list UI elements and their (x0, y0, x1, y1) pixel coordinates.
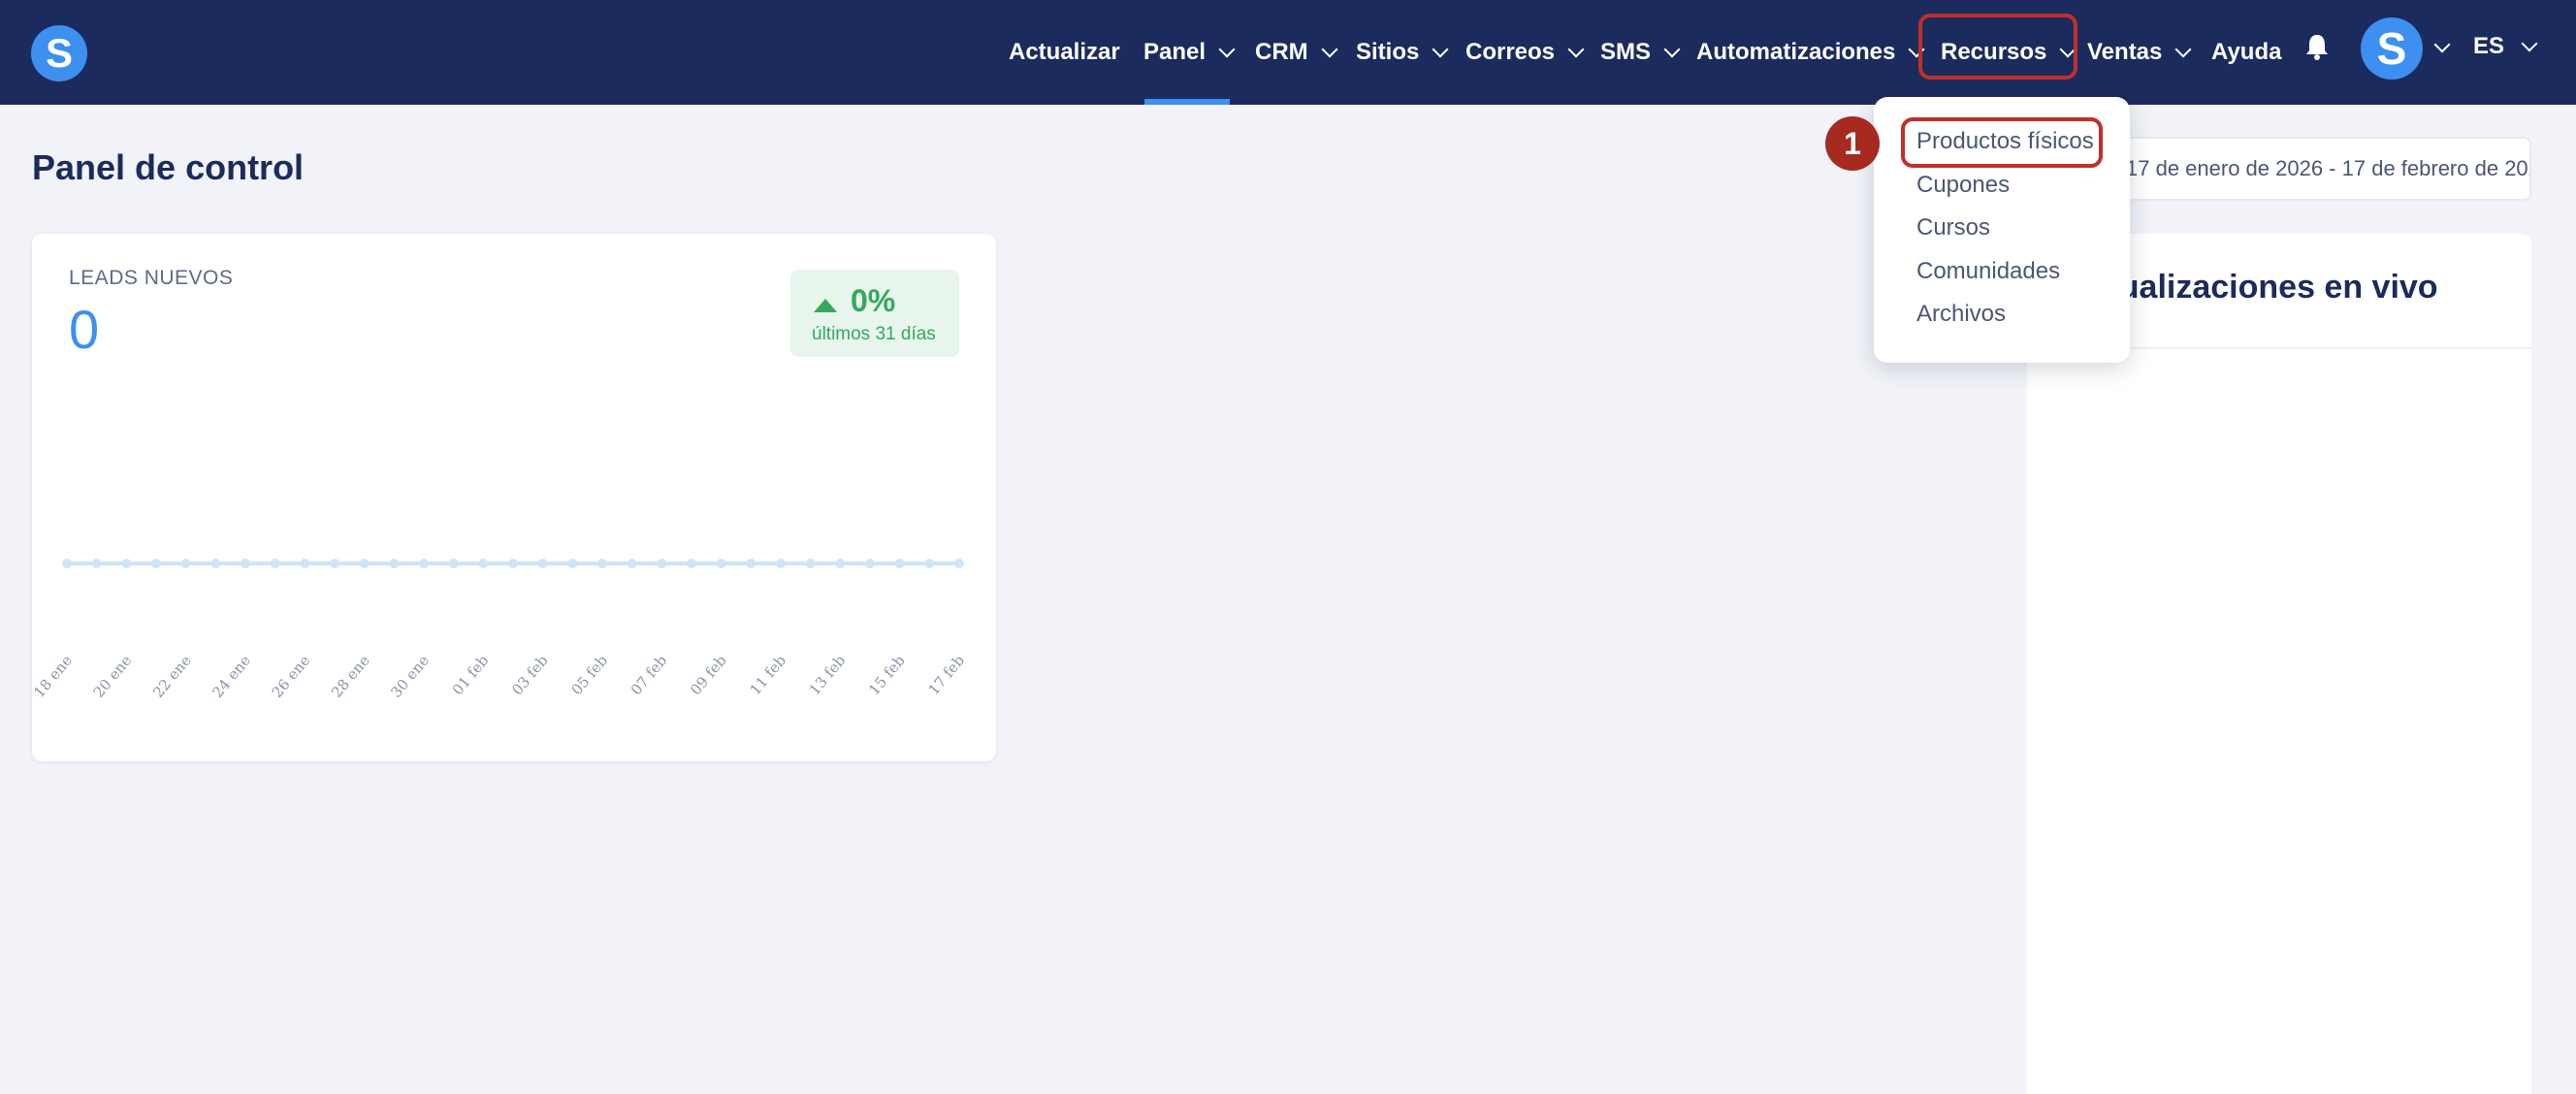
arrow-up-icon (814, 299, 837, 312)
nav-label: SMS (1600, 39, 1652, 65)
x-tick-label: 28 ene (328, 652, 373, 701)
x-tick-label: 15 feb (865, 652, 909, 698)
data-point (389, 559, 400, 568)
x-tick-label: 26 ene (269, 652, 314, 701)
x-tick-label: 03 feb (508, 652, 552, 698)
data-point (657, 559, 667, 568)
x-tick-label: 30 ene (387, 652, 433, 701)
chevron-down-icon (1432, 41, 1449, 58)
nav-label: Automatizaciones (1696, 39, 1896, 65)
data-point (359, 559, 370, 568)
data-point (746, 559, 757, 568)
nav-label: Sitios (1356, 39, 1420, 65)
date-range-text: 17 de enero de 2026 - 17 de febrero de 2… (2126, 156, 2531, 180)
menu-item-cupones[interactable]: Cupones (1916, 172, 2010, 199)
chevron-down-icon (1218, 41, 1236, 58)
data-point (954, 559, 964, 568)
data-point (151, 559, 161, 568)
data-point (241, 559, 250, 568)
menu-item-archivos[interactable]: Archivos (1916, 301, 2006, 328)
data-point (330, 559, 339, 568)
data-point (180, 559, 191, 568)
leads-label: LEADS NUEVOS (69, 267, 234, 289)
live-updates-card: Actualizaciones en vivo (2027, 234, 2531, 1094)
data-point (894, 559, 905, 568)
nav-item-automatizaciones[interactable]: Automatizaciones (1696, 0, 1925, 105)
data-point (419, 559, 429, 568)
nav-label: Ventas (2087, 39, 2163, 65)
menu-item-comunidades[interactable]: Comunidades (1916, 258, 2060, 285)
data-point (627, 559, 637, 568)
data-point (924, 559, 935, 568)
data-point (62, 559, 72, 568)
leads-card: LEADS NUEVOS 0 0% últimos 31 días 18 ene… (32, 234, 996, 761)
data-point (687, 559, 696, 568)
x-tick-label: 07 feb (628, 652, 671, 698)
nav-label: Actualizar (1009, 39, 1120, 65)
active-tab-indicator (1144, 99, 1230, 105)
leads-line-chart: 18 ene 20 ene 22 ene 24 ene 26 ene 28 ene 30 e… (32, 559, 968, 701)
data-point (805, 559, 816, 568)
data-point (478, 559, 489, 568)
chevron-down-icon[interactable] (2433, 36, 2451, 53)
data-point (270, 559, 280, 568)
data-point (121, 559, 132, 568)
page-title: Panel de control (32, 147, 305, 187)
data-point (210, 559, 221, 568)
productos-highlight-box (1901, 117, 2103, 168)
nav-item-sitios[interactable]: Sitios (1356, 0, 1449, 105)
nav-item-ayuda[interactable]: Ayuda (2211, 0, 2281, 105)
data-point (508, 559, 518, 568)
chevron-down-icon (1663, 41, 1681, 58)
avatar[interactable]: S (2361, 17, 2423, 80)
x-tick-label: 22 ene (149, 652, 195, 701)
data-point (91, 559, 102, 568)
chevron-down-icon (2174, 41, 2192, 58)
data-point (776, 559, 786, 568)
nav-item-crm[interactable]: CRM (1255, 0, 1338, 105)
data-point (537, 559, 548, 568)
chevron-down-icon (1567, 41, 1585, 58)
nav-label: CRM (1255, 39, 1308, 65)
nav-label: Panel (1143, 39, 1207, 65)
x-tick-label: 13 feb (806, 652, 850, 698)
bell-icon[interactable] (2304, 33, 2330, 60)
nav-item-ventas[interactable]: Ventas (2087, 0, 2192, 105)
language-label: ES (2473, 33, 2505, 59)
menu-item-cursos[interactable]: Cursos (1916, 214, 1990, 241)
data-point (716, 559, 726, 568)
nav-item-sms[interactable]: SMS (1600, 0, 1681, 105)
x-tick-label: 20 ene (90, 652, 136, 701)
x-tick-label: 24 ene (209, 652, 254, 701)
chevron-down-icon (1321, 41, 1338, 58)
step-badge: 1 (1825, 116, 1880, 171)
change-value: 0% (851, 283, 896, 318)
nav-item-correos[interactable]: Correos (1465, 0, 1585, 105)
top-navbar: S Actualizar Panel CRM Sitios Correos SM… (0, 0, 2576, 105)
x-tick-label: 17 feb (924, 652, 968, 698)
nav-label: Correos (1465, 39, 1556, 65)
data-point (835, 559, 846, 568)
change-badge: 0% últimos 31 días (790, 270, 959, 357)
language-selector[interactable]: ES (2473, 0, 2538, 93)
leads-value: 0 (69, 299, 100, 360)
data-point (448, 559, 459, 568)
x-tick-label: 18 ene (32, 652, 76, 701)
app-logo[interactable]: S (31, 25, 87, 81)
x-tick-label: 05 feb (567, 652, 611, 698)
x-tick-label: 09 feb (687, 652, 730, 698)
recursos-highlight-box (1918, 14, 2077, 80)
data-point (865, 559, 875, 568)
data-point (597, 559, 607, 568)
chevron-down-icon (2521, 35, 2538, 52)
change-period: últimos 31 días (812, 324, 936, 344)
nav-label: Ayuda (2211, 39, 2282, 65)
x-tick-label: 11 feb (746, 652, 789, 698)
nav-item-panel[interactable]: Panel (1143, 0, 1236, 105)
data-point (567, 559, 578, 568)
data-point (300, 559, 310, 568)
nav-item-actualizar[interactable]: Actualizar (1009, 0, 1120, 105)
x-tick-label: 01 feb (449, 652, 493, 698)
